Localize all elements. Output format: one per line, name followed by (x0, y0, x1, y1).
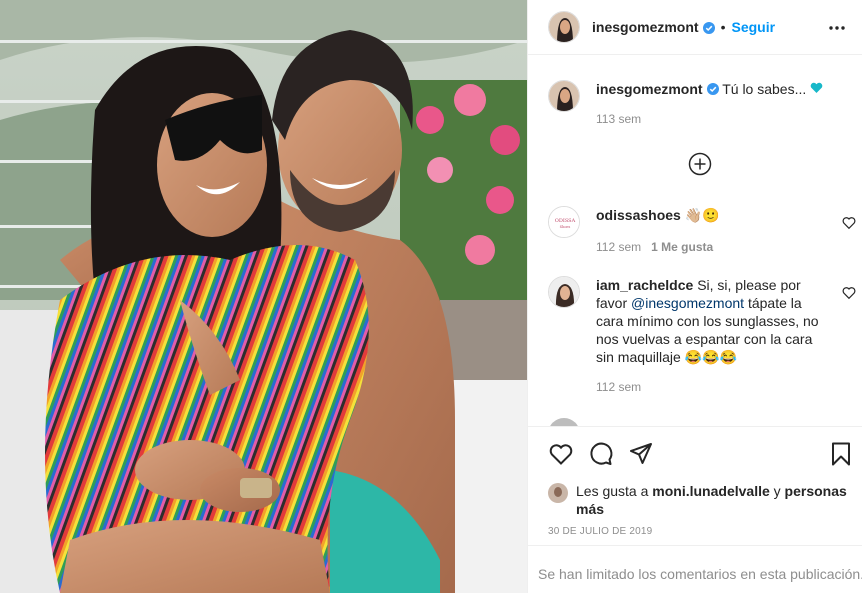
follow-button[interactable]: Seguir (731, 19, 775, 35)
likes-prefix: Les gusta a (576, 483, 649, 499)
comment-username[interactable]: odissashoes (596, 207, 681, 223)
more-options-icon[interactable] (827, 18, 847, 38)
caption-username[interactable]: inesgomezmont (596, 81, 703, 97)
comment-bubble-icon[interactable] (588, 441, 614, 467)
next-comment-avatar (548, 418, 580, 426)
heart-outline-icon[interactable] (548, 441, 574, 467)
comment-time: 112 sem (596, 240, 642, 254)
commenter-avatar[interactable]: ODISSA Shoes (548, 206, 580, 238)
caption-author-avatar[interactable] (548, 80, 580, 112)
verified-badge-icon (706, 81, 719, 95)
comments-limited-notice: Se han limitado los comentarios en esta … (528, 545, 862, 593)
svg-text:Shoes: Shoes (560, 225, 571, 229)
header-separator: • (720, 19, 726, 35)
comment-likes-count[interactable]: 1 Me gusta (651, 240, 713, 254)
comment-text: 👋🏼🙂 (684, 207, 720, 223)
post-photo[interactable] (0, 0, 527, 593)
author-username[interactable]: inesgomezmont (592, 19, 699, 35)
comment-like-heart-icon[interactable] (842, 286, 856, 300)
liker-username[interactable]: moni.lunadelvalle (652, 483, 769, 499)
bookmark-icon[interactable] (828, 441, 854, 467)
likes-summary: Les gusta a moni.lunadelvalle y personas… (548, 482, 848, 518)
comment-mention-link[interactable]: @inesgomezmont (631, 295, 744, 311)
caption-text: Tú lo sabes... (722, 81, 807, 97)
post-header: inesgomezmont • Seguir (528, 0, 862, 55)
post-date: 30 DE JULIO DE 2019 (548, 526, 653, 537)
add-circle-icon[interactable] (688, 152, 712, 176)
comments-list[interactable]: inesgomezmont Tú lo sabes... 113 sem ODI… (528, 56, 862, 426)
paper-plane-icon[interactable] (628, 441, 654, 467)
likes-mid: y (773, 483, 781, 499)
liker-avatar[interactable] (548, 483, 568, 503)
verified-badge-icon (702, 21, 715, 34)
couple-photo-illustration (0, 0, 527, 593)
comment-time: 112 sem (596, 380, 642, 394)
svg-text:ODISSA: ODISSA (555, 218, 576, 224)
teal-heart-icon (810, 81, 823, 97)
post-side-panel: inesgomezmont • Seguir inesgomezmont Tú … (527, 0, 862, 593)
comment-like-heart-icon[interactable] (842, 216, 856, 230)
author-avatar[interactable] (548, 11, 580, 43)
post-actions-bar (528, 426, 862, 478)
caption-time: 113 sem (596, 112, 642, 126)
commenter-avatar[interactable] (548, 276, 580, 308)
instagram-post-modal: inesgomezmont • Seguir inesgomezmont Tú … (0, 0, 862, 593)
comment-username[interactable]: iam_racheldce (596, 277, 693, 293)
